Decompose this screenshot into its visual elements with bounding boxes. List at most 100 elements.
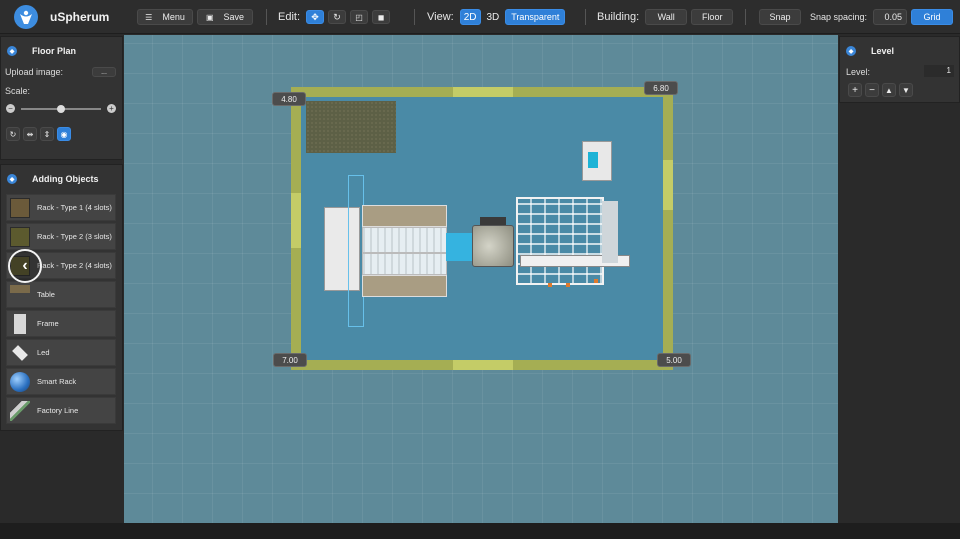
conveyor-object[interactable]	[362, 253, 447, 275]
add-level-button[interactable]: +	[848, 83, 862, 97]
floor-plan-header: ◆ Floor Plan	[1, 37, 122, 65]
toggle-visibility-button[interactable]: ◉	[57, 127, 71, 141]
object-label: Led	[37, 347, 50, 357]
view-3d-button[interactable]: 3D	[484, 9, 503, 25]
scale-icon: ◰	[355, 12, 363, 22]
minus-icon: −	[869, 84, 875, 96]
frame-icon	[14, 313, 26, 334]
upload-image-label: Upload image:	[5, 67, 64, 77]
object-item-frame[interactable]: Frame	[6, 310, 116, 337]
rotate-image-button[interactable]: ↻	[6, 127, 20, 141]
object-label: Smart Rack	[37, 376, 77, 386]
led-icon	[10, 343, 30, 363]
object-label: Rack - Type 1 (4 slots)	[37, 202, 112, 212]
menu-label: Menu	[162, 12, 185, 22]
floor-button[interactable]: Floor	[691, 9, 734, 25]
flip-vertical-icon: ⇕	[43, 129, 51, 139]
object-label: Rack - Type 2 (4 slots)	[37, 260, 112, 270]
object-item-rack-type1-4[interactable]: Rack - Type 1 (4 slots)	[6, 194, 116, 221]
floor-plan-title: Floor Plan	[32, 46, 77, 56]
factory-line-icon	[10, 400, 30, 421]
menu-icon: ☰	[145, 12, 153, 22]
level-input[interactable]: 1	[924, 65, 954, 77]
toolbar-divider	[266, 9, 267, 25]
factory-line-panel	[602, 201, 618, 263]
right-sidebar-background	[839, 104, 960, 523]
object-label: Rack - Type 2 (3 slots)	[37, 231, 112, 241]
dimension-label-top-left[interactable]: 4.80	[272, 92, 306, 106]
view-2d-button[interactable]: 2D	[459, 9, 481, 25]
object-label: Factory Line	[37, 405, 79, 415]
scale-decrease-button[interactable]: −	[6, 104, 15, 113]
dimension-label-bottom-left[interactable]: 7.00	[273, 353, 307, 367]
machine-object[interactable]	[472, 225, 514, 267]
factory-line-object[interactable]	[516, 197, 604, 285]
wall-highlight	[663, 160, 673, 210]
object-tool-button[interactable]: ◼	[372, 10, 391, 24]
object-item-rack-type2-3[interactable]: Rack - Type 2 (3 slots)	[6, 223, 116, 250]
scale-label: Scale:	[5, 86, 31, 96]
floor-plan-image[interactable]	[306, 101, 396, 153]
dimension-label-bottom-right[interactable]: 5.00	[657, 353, 691, 367]
view-label: View:	[427, 11, 454, 23]
snap-button[interactable]: Snap	[759, 9, 801, 25]
object-label: Frame	[37, 318, 59, 328]
rotate-icon: ↻	[9, 129, 17, 139]
grid-button[interactable]: Grid	[911, 9, 954, 25]
scale-tool-button[interactable]: ◰	[350, 10, 369, 24]
edit-label: Edit:	[278, 11, 301, 23]
cabinet-screen	[588, 152, 598, 168]
save-icon: ▣	[205, 12, 214, 22]
machine-top	[480, 217, 506, 225]
remove-level-button[interactable]: −	[865, 83, 879, 97]
object-item-led[interactable]: Led	[6, 339, 116, 366]
scale-slider[interactable]	[21, 105, 101, 113]
level-icon: ◆	[846, 46, 856, 56]
wall-highlight	[453, 87, 513, 97]
floor-plan-viewport[interactable]: 4.80 6.80 7.00 5.00 ›	[124, 35, 838, 523]
rotate-icon: ↻	[333, 11, 341, 22]
dimension-label-top-right[interactable]: 6.80	[644, 81, 678, 95]
move-icon: ✥	[311, 11, 319, 22]
level-panel: ◆ Level Level: 1 + − ▲ ▼	[839, 36, 960, 103]
object-item-table[interactable]: Table	[6, 281, 116, 308]
eye-icon: ◉	[60, 129, 68, 139]
object-item-factory-line[interactable]: Factory Line	[6, 397, 116, 424]
top-toolbar: uSpherum ☰ Menu ▣ Save Edit: ✥ ↻ ◰ ◼ Vie…	[0, 0, 960, 34]
rack-icon	[10, 197, 30, 218]
toolbar-divider	[745, 9, 746, 25]
save-label: Save	[223, 12, 245, 22]
control-cabinet[interactable]	[582, 141, 612, 181]
app-logo-icon	[14, 5, 38, 29]
cube-icon: ◼	[377, 12, 385, 22]
scale-slider-thumb[interactable]	[57, 105, 65, 113]
conveyor-object[interactable]	[362, 227, 447, 253]
object-item-smart-rack[interactable]: Smart Rack	[6, 368, 116, 395]
menu-button[interactable]: ☰ Menu	[137, 9, 193, 25]
table-object[interactable]	[362, 205, 447, 227]
move-tool-button[interactable]: ✥	[306, 10, 325, 24]
flip-vertical-button[interactable]: ⇕	[40, 127, 54, 141]
scale-increase-button[interactable]: +	[107, 104, 116, 113]
level-label: Level:	[846, 67, 871, 77]
flip-horizontal-button[interactable]: ⇹	[23, 127, 37, 141]
adding-objects-panel: ◆ Adding Objects Rack - Type 1 (4 slots)…	[0, 164, 123, 431]
adding-objects-header: ◆ Adding Objects	[1, 165, 122, 193]
table-object[interactable]	[362, 275, 447, 297]
adding-objects-icon: ◆	[7, 174, 17, 184]
wall-highlight	[453, 360, 513, 370]
bottom-bar	[0, 523, 960, 539]
floor-plan-panel: ◆ Floor Plan Upload image: ... Scale: − …	[0, 36, 123, 160]
prev-arrow-button[interactable]: ‹	[8, 249, 42, 283]
level-up-button[interactable]: ▲	[882, 83, 896, 97]
rotate-tool-button[interactable]: ↻	[328, 10, 347, 24]
level-down-button[interactable]: ▼	[899, 83, 913, 97]
save-button[interactable]: ▣ Save	[197, 9, 253, 25]
upload-image-button[interactable]: ...	[92, 67, 116, 77]
smart-rack-object[interactable]	[446, 233, 472, 261]
flip-horizontal-icon: ⇹	[26, 129, 34, 139]
wall-button[interactable]: Wall	[645, 9, 688, 25]
wall-right	[663, 87, 673, 370]
transparent-button[interactable]: Transparent	[505, 9, 566, 25]
snap-spacing-input[interactable]: 0.05	[873, 9, 908, 25]
